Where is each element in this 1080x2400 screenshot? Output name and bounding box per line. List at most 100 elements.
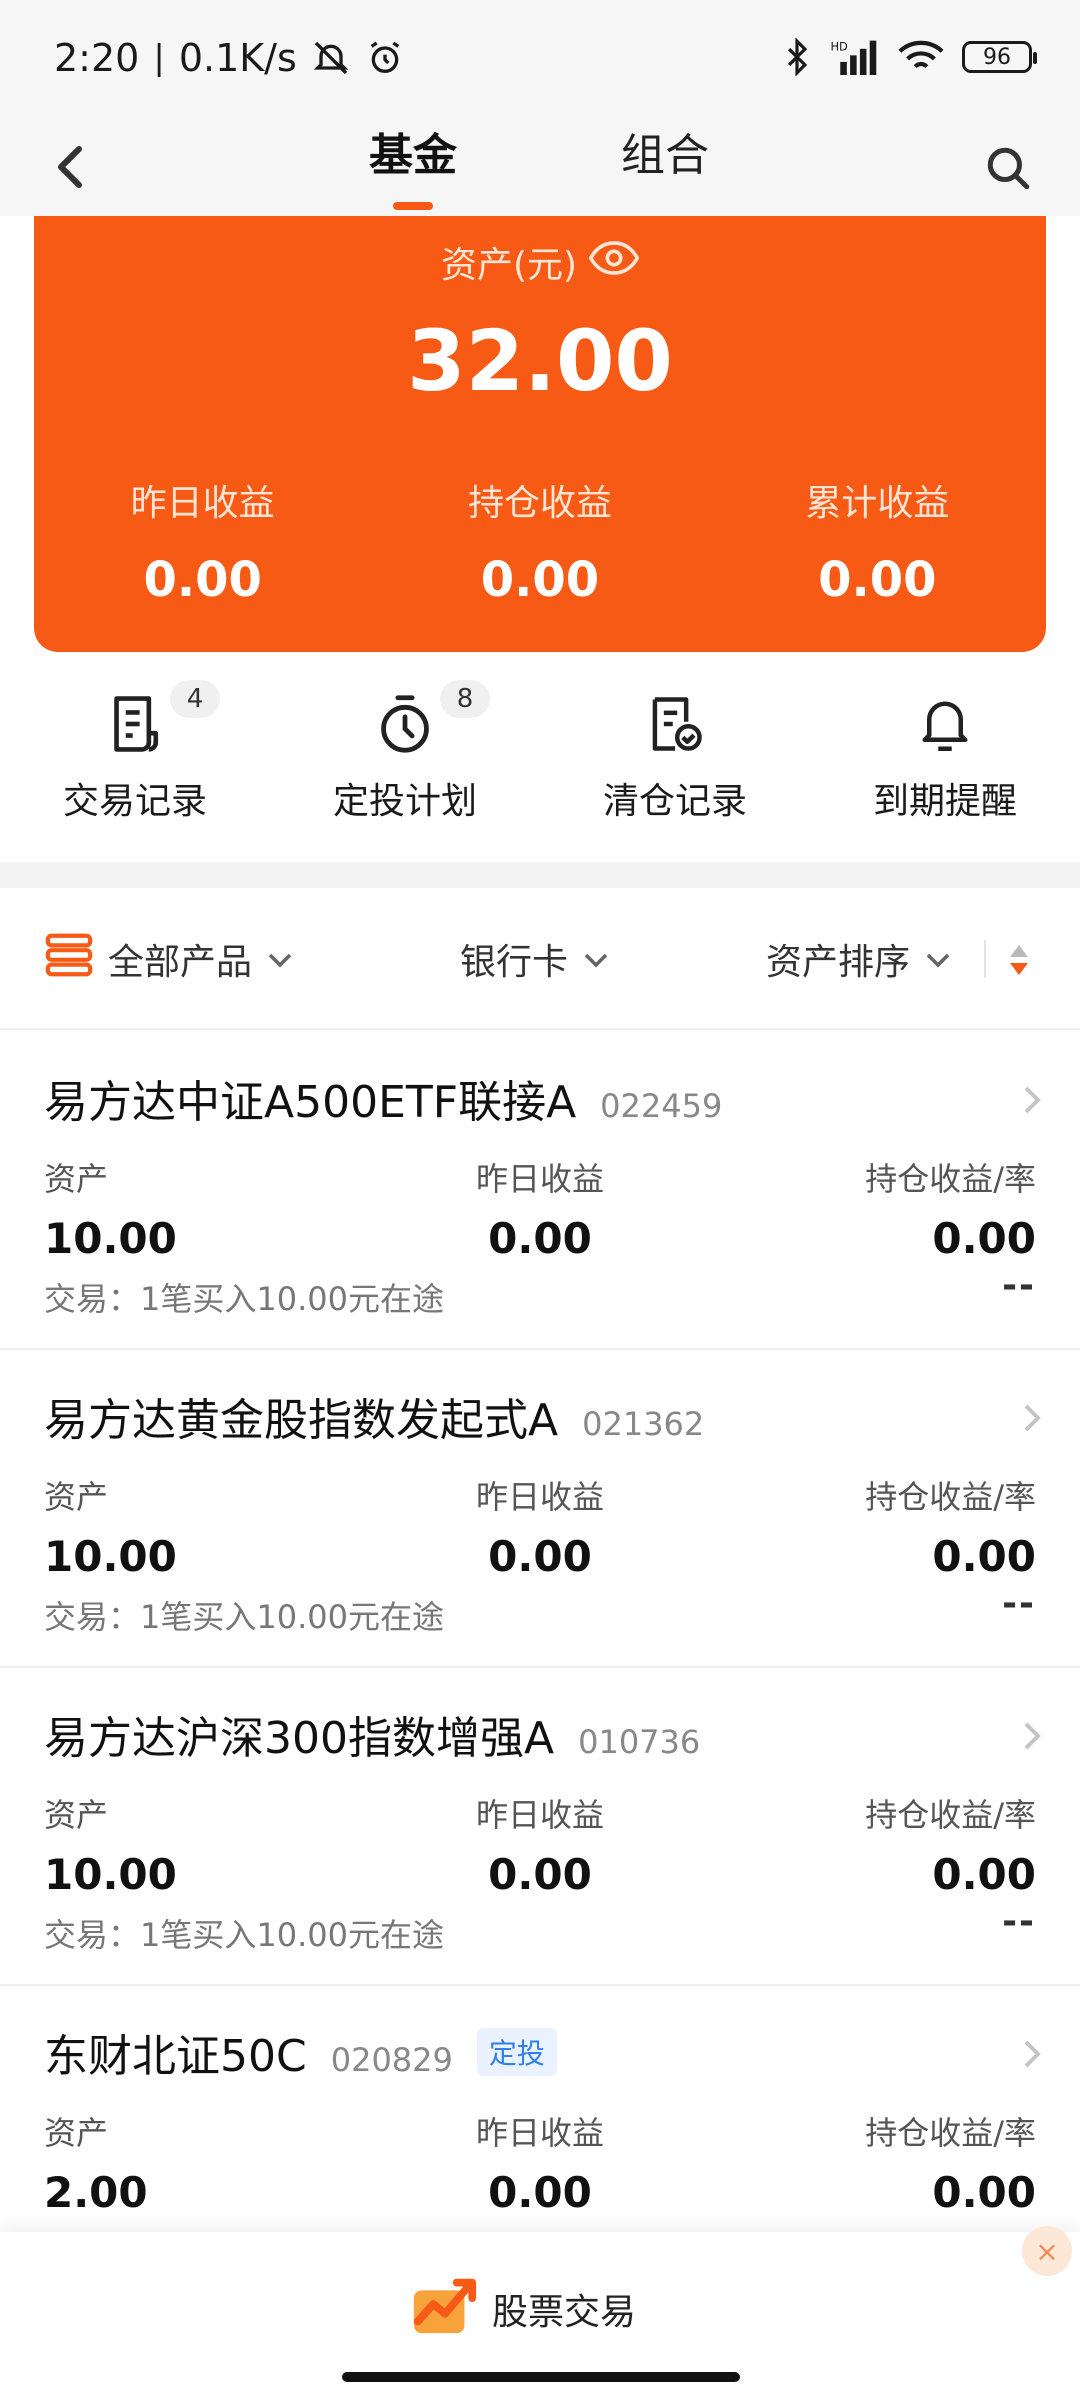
mute-bell-icon: [311, 38, 351, 78]
search-button[interactable]: [970, 130, 1046, 206]
chevron-right-icon: [1022, 1084, 1042, 1120]
fund-holding-col: 持仓收益/率 0.00 --: [865, 1790, 1036, 1942]
fund-list-item[interactable]: 易方达黄金股指数发起式A 021362 资产 10.00 昨日收益 0.00 持…: [0, 1350, 1080, 1668]
asset-label: 资产: [44, 2114, 109, 2152]
fund-trade-status: 交易：1笔买入10.00元在途: [44, 1598, 444, 1636]
receipt-icon: [103, 692, 167, 756]
stock-chart-icon: [410, 2270, 480, 2347]
filter-bank-card[interactable]: 银行卡: [460, 888, 610, 1030]
battery-icon: 96: [962, 41, 1037, 73]
fund-name-row: 易方达中证A500ETF联接A 022459: [44, 1066, 722, 1130]
fund-list-item[interactable]: 易方达中证A500ETF联接A 022459 资产 10.00 昨日收益 0.0…: [0, 1032, 1080, 1350]
yesterday-value: 0.00: [488, 1850, 592, 1899]
stat-label: 累计收益: [805, 483, 950, 524]
tab-portfolio[interactable]: 组合: [620, 120, 710, 216]
tab-fund-label: 基金: [369, 130, 457, 181]
chevron-down-icon: [924, 939, 952, 980]
bottom-bar: 股票交易 ×: [0, 2226, 1080, 2400]
svg-text:HD: HD: [830, 39, 848, 53]
timer-icon: [373, 692, 437, 756]
asset-total: 32.00: [407, 312, 673, 410]
asset-value: 2.00: [44, 2168, 148, 2217]
filter-divider: [984, 940, 986, 978]
home-indicator[interactable]: [342, 2372, 740, 2382]
filter-all-products[interactable]: 全部产品: [44, 888, 294, 1030]
filter-label: 银行卡: [460, 942, 569, 983]
status-right: HD 96: [782, 38, 1037, 76]
asset-label: 资产(元): [440, 245, 578, 286]
yesterday-value: 0.00: [488, 2168, 592, 2217]
nav-bar: 基金 组合: [0, 120, 1080, 216]
count-badge: 4: [170, 680, 220, 718]
stat-holding[interactable]: 持仓收益 0.00: [371, 474, 708, 608]
quick-action-cleared-records[interactable]: 清仓记录: [540, 660, 810, 860]
bell-icon: [913, 692, 977, 756]
section-divider: [0, 862, 1080, 888]
stat-cumulative[interactable]: 累计收益 0.00: [709, 474, 1046, 608]
quick-action-auto-invest-plan[interactable]: 定投计划 8: [270, 660, 540, 860]
tab-portfolio-label: 组合: [621, 130, 709, 181]
stock-trade-button[interactable]: 股票交易: [410, 2270, 636, 2347]
asset-label: 资产: [44, 1478, 109, 1516]
search-icon: [987, 147, 1030, 190]
alarm-icon: [365, 38, 405, 78]
yesterday-label: 昨日收益: [475, 1160, 604, 1198]
fund-asset-col: 资产 2.00: [44, 2108, 148, 2217]
sort-arrows-icon: [1010, 945, 1028, 975]
quick-action-maturity-reminder[interactable]: 到期提醒: [810, 660, 1080, 860]
filter-asset-sort[interactable]: 资产排序: [766, 888, 952, 1030]
filter-bar: 全部产品 银行卡 资产排序: [0, 888, 1080, 1030]
asset-label-row: 资产(元): [34, 236, 1046, 288]
stat-yesterday[interactable]: 昨日收益 0.00: [34, 474, 371, 608]
wifi-icon: [898, 39, 944, 75]
stat-value: 0.00: [818, 552, 937, 608]
stat-label: 持仓收益: [467, 483, 612, 524]
yesterday-label: 昨日收益: [475, 1478, 604, 1516]
holding-value: 0.00: [932, 2168, 1036, 2217]
bluetooth-icon: [782, 38, 812, 76]
quick-action-label: 清仓记录: [602, 781, 747, 822]
fund-code: 021362: [582, 1405, 705, 1443]
asset-value: 10.00: [44, 1850, 177, 1899]
holding-value: 0.00: [932, 1850, 1036, 1899]
fund-asset-col: 资产 10.00: [44, 1472, 177, 1581]
tab-active-indicator: [393, 202, 433, 210]
cleared-doc-icon: [643, 692, 707, 756]
fund-name: 易方达中证A500ETF联接A: [44, 1077, 577, 1128]
chevron-right-icon: [1022, 1720, 1042, 1756]
fund-name-row: 易方达沪深300指数增强A 010736: [44, 1702, 700, 1766]
fund-name: 东财北证50C: [44, 2031, 307, 2082]
status-left: 2:20 | 0.1K/s: [54, 36, 405, 80]
yesterday-value: 0.00: [488, 1214, 592, 1263]
asset-summary-card: 资产(元) 32.00 昨日收益 0.00 持仓收益 0.00 累计收益 0.0…: [34, 216, 1046, 652]
asset-value: 10.00: [44, 1532, 177, 1581]
fund-yesterday-col: 昨日收益 0.00: [474, 1790, 606, 1899]
stat-value: 0.00: [480, 552, 600, 608]
tab-fund[interactable]: 基金: [368, 120, 458, 216]
fund-code: 022459: [600, 1087, 723, 1125]
sort-direction-toggle[interactable]: [1004, 942, 1034, 978]
fund-asset-col: 资产 10.00: [44, 1790, 177, 1899]
yesterday-value: 0.00: [488, 1532, 592, 1581]
close-icon[interactable]: ×: [1022, 2226, 1072, 2276]
stat-label: 昨日收益: [130, 483, 275, 524]
fund-holding-col: 持仓收益/率 0.00: [865, 2108, 1036, 2217]
asset-stats: 昨日收益 0.00 持仓收益 0.00 累计收益 0.00: [34, 474, 1046, 608]
holding-label: 持仓收益/率: [865, 1796, 1036, 1834]
chevron-left-icon: [58, 146, 82, 188]
filter-label: 全部产品: [108, 942, 253, 983]
fund-list: 易方达中证A500ETF联接A 022459 资产 10.00 昨日收益 0.0…: [0, 1032, 1080, 2304]
quick-action-trade-records[interactable]: 交易记录 4: [0, 660, 270, 860]
fund-yesterday-col: 昨日收益 0.00: [474, 2108, 606, 2217]
eye-icon[interactable]: [588, 240, 640, 284]
back-button[interactable]: [36, 132, 106, 202]
auto-invest-tag: 定投: [476, 2028, 557, 2076]
fund-name-row: 东财北证50C 020829 定投: [44, 2020, 557, 2084]
asset-label: 资产: [44, 1160, 109, 1198]
fund-holding-col: 持仓收益/率 0.00 --: [865, 1154, 1036, 1306]
fund-list-item[interactable]: 易方达沪深300指数增强A 010736 资产 10.00 昨日收益 0.00 …: [0, 1668, 1080, 1986]
filter-label: 资产排序: [766, 942, 911, 983]
chevron-down-icon: [582, 939, 610, 980]
fund-trade-status: 交易：1笔买入10.00元在途: [44, 1916, 444, 1954]
quick-action-label: 交易记录: [62, 781, 207, 822]
